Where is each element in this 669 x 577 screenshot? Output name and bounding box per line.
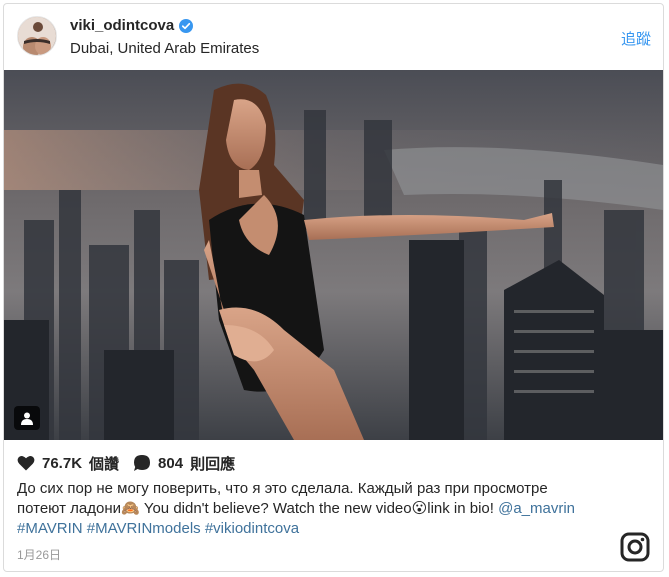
post-timestamp[interactable]: 1月26日 bbox=[17, 546, 61, 563]
username-link[interactable]: viki_odintcova bbox=[70, 17, 174, 34]
comments-count: 804 bbox=[158, 454, 184, 472]
user-tag-button[interactable] bbox=[14, 406, 40, 430]
follow-button[interactable]: 追蹤 bbox=[621, 28, 651, 49]
post-header: viki_odintcova Dubai, United Arab Emirat… bbox=[4, 4, 663, 70]
likes-group[interactable]: 76.7K 個讚 bbox=[17, 453, 119, 474]
mention-link[interactable]: @a_mavrin bbox=[498, 500, 575, 517]
instagram-post-card: viki_odintcova Dubai, United Arab Emirat… bbox=[3, 3, 664, 572]
caption-line-2: потеют ладони🙈 You didn't believe? Watch… bbox=[17, 499, 617, 519]
post-photo[interactable] bbox=[4, 70, 663, 440]
comments-group[interactable]: 804 則回應 bbox=[133, 453, 235, 474]
comments-label: 則回應 bbox=[190, 455, 236, 473]
profile-avatar[interactable] bbox=[17, 16, 57, 56]
username-row: viki_odintcova bbox=[70, 17, 194, 34]
hashtag-links[interactable]: #MAVRIN #MAVRINmodels #vikiodintcova bbox=[17, 519, 617, 539]
likes-count: 76.7K bbox=[42, 454, 83, 472]
post-caption: До сих пор не могу поверить, что я это с… bbox=[17, 479, 617, 539]
post-actions: 76.7K 個讚 804 則回應 bbox=[17, 451, 249, 475]
likes-label: 個讚 bbox=[89, 455, 120, 473]
comment-bubble-icon[interactable] bbox=[133, 454, 151, 472]
location-link[interactable]: Dubai, United Arab Emirates bbox=[70, 40, 259, 57]
post-image bbox=[4, 70, 663, 440]
instagram-logo-icon[interactable] bbox=[620, 532, 650, 562]
verified-badge-icon bbox=[179, 18, 194, 33]
caption-line-1: До сих пор не могу поверить, что я это с… bbox=[17, 480, 548, 497]
heart-icon[interactable] bbox=[17, 455, 35, 471]
caption-text: потеют ладони🙈 You didn't believe? Watch… bbox=[17, 500, 499, 517]
user-tag-icon bbox=[21, 412, 33, 425]
